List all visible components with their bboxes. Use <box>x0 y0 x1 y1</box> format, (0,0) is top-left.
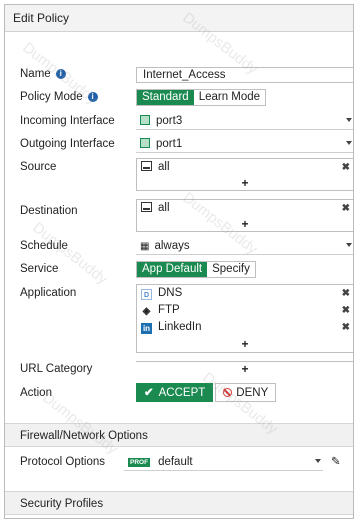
policy-mode-label-group: Policy Mode i <box>20 91 98 103</box>
application-label: Application <box>20 287 77 299</box>
protocol-options-label: Protocol Options <box>20 456 106 468</box>
firewall-network-options-header[interactable]: Firewall/Network Options <box>5 423 353 447</box>
outgoing-interface-label: Outgoing Interface <box>20 138 115 150</box>
edit-pencil-icon[interactable]: ✎ <box>331 454 341 468</box>
accept-label: ACCEPT <box>158 387 206 399</box>
destination-item-label: all <box>158 202 170 214</box>
name-label: Name <box>20 68 51 80</box>
application-item-label: DNS <box>158 287 183 299</box>
schedule-label: Schedule <box>20 240 68 252</box>
outgoing-interface-select[interactable]: port1 <box>136 136 353 153</box>
security-profiles-header[interactable]: Security Profiles <box>5 491 353 515</box>
application-box: D DNS ✖ ◈ FTP ✖ in LinkedIn ✖ + <box>136 284 353 353</box>
destination-box: all ✖ + <box>136 199 353 232</box>
policy-mode-standard-option[interactable]: Standard <box>137 90 194 105</box>
incoming-interface-label: Incoming Interface <box>20 115 115 127</box>
application-item-label: FTP <box>158 304 180 316</box>
destination-item: all ✖ <box>137 200 353 217</box>
deny-icon <box>223 388 233 397</box>
linkedin-app-icon: in <box>141 323 152 334</box>
interface-port-icon <box>140 115 150 125</box>
outgoing-interface-value: port1 <box>156 138 183 150</box>
schedule-select[interactable]: ▦ always <box>136 238 353 255</box>
chevron-down-icon <box>315 459 321 463</box>
calendar-icon: ▦ <box>140 241 150 252</box>
add-source-button[interactable]: + <box>137 176 353 190</box>
source-item: all ✖ <box>137 159 353 176</box>
add-destination-button[interactable]: + <box>137 217 353 231</box>
add-url-category-button[interactable]: + <box>136 362 353 376</box>
profile-badge: PROF <box>128 458 151 467</box>
action-toggle: ✔ ACCEPT DENY <box>136 383 277 402</box>
url-category-label: URL Category <box>20 363 93 375</box>
edit-policy-panel: Edit Policy Name i Internet_Access Policy… <box>4 4 354 519</box>
accept-button[interactable]: ✔ ACCEPT <box>136 383 214 402</box>
application-item-label: LinkedIn <box>158 321 202 333</box>
panel-title: Edit Policy <box>5 5 353 32</box>
check-icon: ✔ <box>144 387 154 399</box>
name-input[interactable]: Internet_Access <box>136 67 353 83</box>
address-icon <box>141 161 152 171</box>
chevron-down-icon <box>346 243 352 247</box>
remove-icon[interactable]: ✖ <box>342 200 350 217</box>
info-icon[interactable]: i <box>87 92 98 102</box>
service-toggle: App Default Specify <box>136 261 256 278</box>
url-category-box: + <box>136 361 353 376</box>
name-label-group: Name i <box>20 68 66 80</box>
remove-icon[interactable]: ✖ <box>342 302 350 319</box>
policy-mode-toggle: Standard Learn Mode <box>136 89 267 106</box>
deny-label: DENY <box>236 387 269 399</box>
source-item-label: all <box>158 161 170 173</box>
action-label: Action <box>20 387 52 399</box>
source-box: all ✖ + <box>136 158 353 191</box>
chevron-down-icon <box>346 118 352 122</box>
policy-mode-learn-option[interactable]: Learn Mode <box>194 90 265 105</box>
deny-button[interactable]: DENY <box>215 383 277 402</box>
application-item: in LinkedIn ✖ <box>137 319 353 336</box>
destination-label: Destination <box>20 205 78 217</box>
ftp-app-icon: ◈ <box>142 306 151 317</box>
remove-icon[interactable]: ✖ <box>342 285 350 302</box>
service-app-default-option[interactable]: App Default <box>137 262 208 277</box>
info-icon[interactable]: i <box>55 69 66 79</box>
incoming-interface-select[interactable]: port3 <box>136 113 353 130</box>
source-label: Source <box>20 161 57 173</box>
schedule-value: always <box>154 240 190 252</box>
policy-mode-label: Policy Mode <box>20 91 83 103</box>
service-specify-option[interactable]: Specify <box>207 262 255 277</box>
incoming-interface-value: port3 <box>156 115 183 127</box>
address-icon <box>141 202 152 212</box>
service-label: Service <box>20 263 59 275</box>
add-application-button[interactable]: + <box>137 336 353 352</box>
protocol-options-select[interactable]: PROF default <box>124 454 323 471</box>
application-item: ◈ FTP ✖ <box>137 302 353 319</box>
remove-icon[interactable]: ✖ <box>342 159 350 176</box>
watermark-text: DumpsBuddy <box>29 219 111 288</box>
dns-app-icon: D <box>141 289 152 300</box>
remove-icon[interactable]: ✖ <box>342 319 350 336</box>
chevron-down-icon <box>346 141 352 145</box>
interface-port-icon <box>140 138 150 148</box>
application-item: D DNS ✖ <box>137 285 353 302</box>
protocol-options-value: default <box>158 456 193 468</box>
